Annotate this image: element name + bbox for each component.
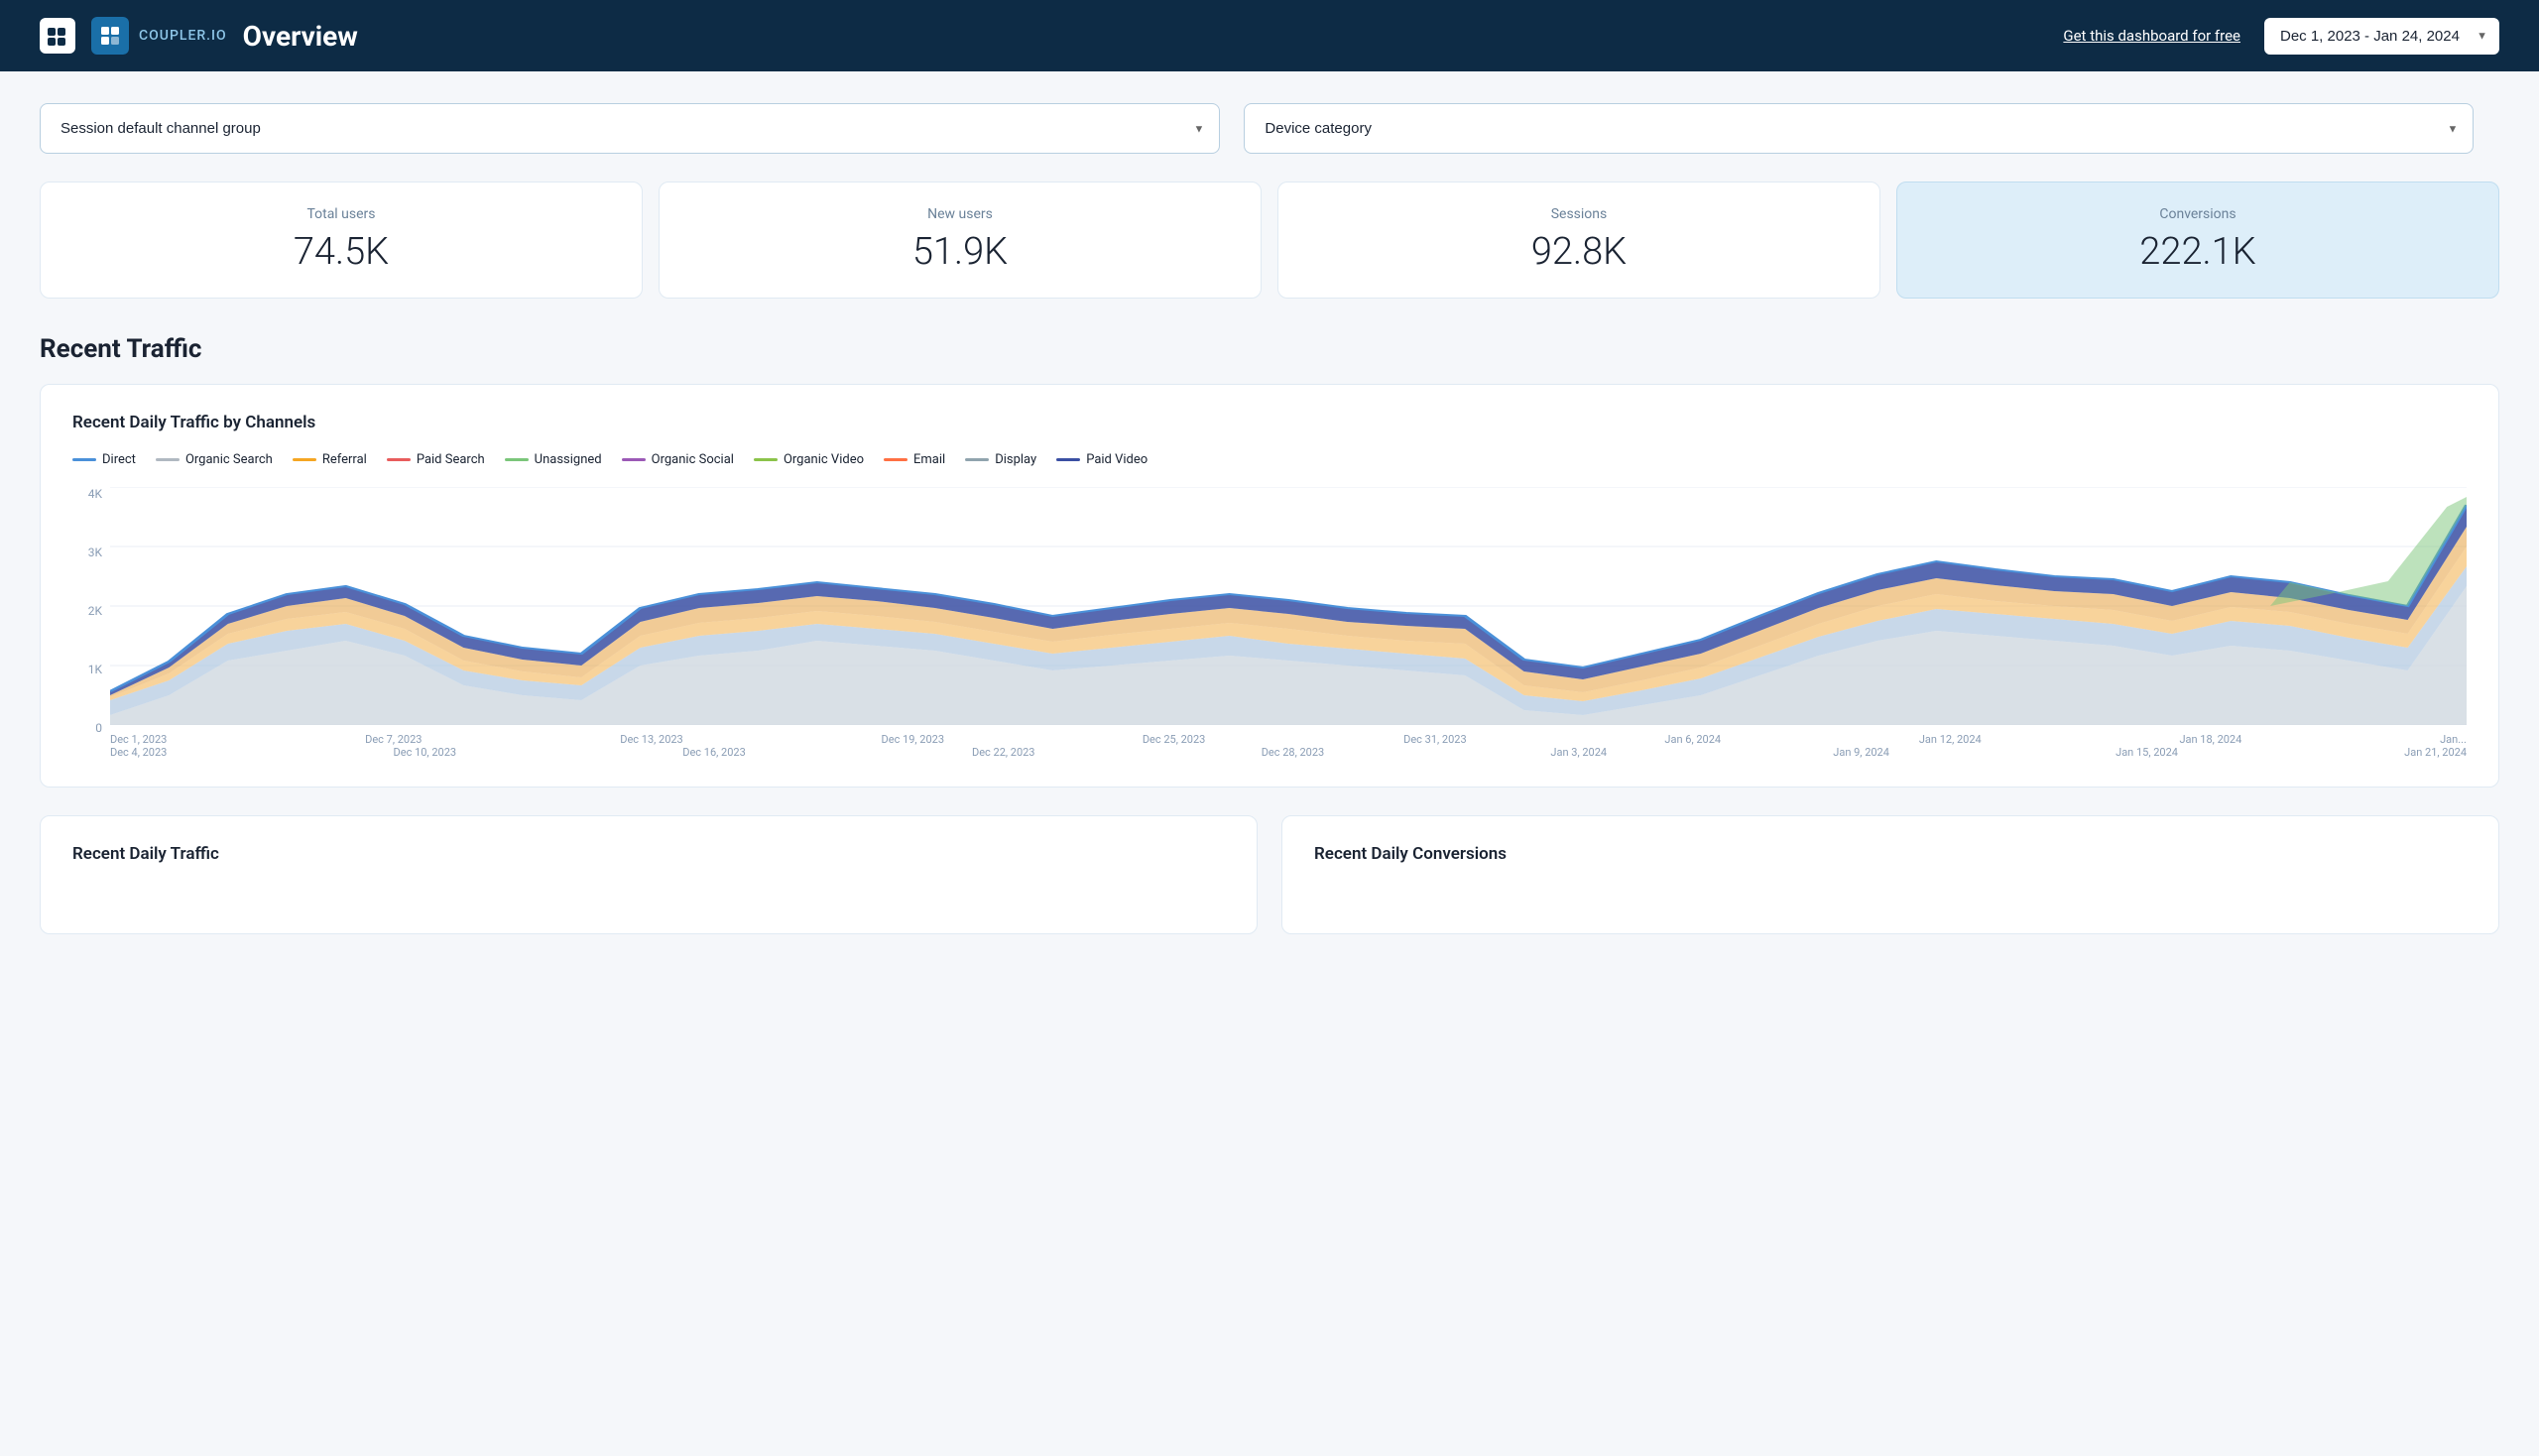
legend-color-9	[1056, 458, 1080, 461]
x-axis-row1: Dec 1, 2023 Dec 7, 2023 Dec 13, 2023 Dec 19…	[110, 733, 2467, 746]
date-range-select[interactable]: Dec 1, 2023 - Jan 24, 2024	[2264, 18, 2499, 55]
x-axis-label-r2-2: Dec 16, 2023	[682, 746, 746, 759]
date-range-wrapper: Dec 1, 2023 - Jan 24, 2024	[2264, 18, 2499, 55]
metric-card-3: Conversions 222.1K	[1896, 182, 2499, 299]
traffic-chart-svg	[110, 487, 2467, 725]
daily-conversions-card: Recent Daily Conversions	[1281, 815, 2499, 934]
legend-color-2	[293, 458, 316, 461]
metric-label-1: New users	[687, 206, 1233, 222]
legend-label-4: Unassigned	[535, 452, 602, 467]
x-axis-label-r1-0: Dec 1, 2023	[110, 733, 167, 746]
header-right: Get this dashboard for free Dec 1, 2023 …	[2063, 18, 2499, 55]
logo-icon	[40, 18, 75, 54]
legend-label-6: Organic Video	[784, 452, 864, 467]
brand-name: COUPLER.IO	[139, 28, 227, 44]
legend-color-6	[754, 458, 778, 461]
legend-item-2: Referral	[293, 452, 367, 467]
section-title-traffic: Recent Traffic	[40, 334, 2499, 364]
metric-value-1: 51.9K	[687, 230, 1233, 274]
legend-item-6: Organic Video	[754, 452, 864, 467]
legend-label-8: Display	[995, 452, 1036, 467]
device-category-select[interactable]: Device category	[1244, 103, 2474, 154]
legend-color-8	[965, 458, 989, 461]
legend-color-1	[156, 458, 180, 461]
device-category-filter-wrapper: Device category	[1244, 103, 2474, 154]
metric-value-3: 222.1K	[1925, 230, 2471, 274]
metric-card-1: New users 51.9K	[659, 182, 1262, 299]
metrics-row: Total users 74.5K New users 51.9K Sessio…	[40, 182, 2499, 299]
header: COUPLER.IO Overview Get this dashboard f…	[0, 0, 2539, 71]
legend-item-4: Unassigned	[505, 452, 602, 467]
metric-card-2: Sessions 92.8K	[1277, 182, 1880, 299]
x-axis-label-r2-4: Dec 28, 2023	[1262, 746, 1325, 759]
y-axis: 4K 3K 2K 1K 0	[72, 487, 102, 759]
filter-row: Session default channel group Device cat…	[40, 103, 2499, 154]
y-axis-label-0: 4K	[72, 487, 102, 501]
legend-label-0: Direct	[102, 452, 136, 467]
metric-value-2: 92.8K	[1306, 230, 1852, 274]
daily-conversions-title: Recent Daily Conversions	[1314, 844, 2467, 864]
legend-color-4	[505, 458, 529, 461]
x-axis-label-r2-6: Jan 9, 2024	[1833, 746, 1889, 759]
legend-color-0	[72, 458, 96, 461]
x-axis-label-r2-5: Jan 3, 2024	[1550, 746, 1607, 759]
legend-label-7: Email	[913, 452, 945, 467]
channel-group-select[interactable]: Session default channel group	[40, 103, 1220, 154]
legend-color-5	[622, 458, 646, 461]
chart-legend: Direct Organic Search Referral Paid Sear…	[72, 452, 2467, 467]
x-axis-label-r2-0: Dec 4, 2023	[110, 746, 167, 759]
x-axis-label-r1-1: Dec 7, 2023	[365, 733, 422, 746]
x-axis-label-r1-5: Dec 31, 2023	[1403, 733, 1467, 746]
x-axis-label-r2-8: Jan 21, 2024	[2404, 746, 2467, 759]
legend-label-2: Referral	[322, 452, 367, 467]
metric-label-0: Total users	[68, 206, 614, 222]
x-axis-label-r2-3: Dec 22, 2023	[972, 746, 1035, 759]
legend-item-3: Paid Search	[387, 452, 485, 467]
legend-item-5: Organic Social	[622, 452, 734, 467]
y-axis-label-3: 1K	[72, 663, 102, 676]
daily-traffic-title: Recent Daily Traffic	[72, 844, 1225, 864]
legend-item-7: Email	[884, 452, 945, 467]
header-left: COUPLER.IO Overview	[40, 17, 358, 55]
x-axis-label-r1-8: Jan 18, 2024	[2179, 733, 2241, 746]
legend-label-5: Organic Social	[652, 452, 734, 467]
legend-label-1: Organic Search	[185, 452, 273, 467]
bottom-row: Recent Daily Traffic Recent Daily Conver…	[40, 815, 2499, 934]
metric-value-0: 74.5K	[68, 230, 614, 274]
legend-label-3: Paid Search	[417, 452, 485, 467]
metric-card-0: Total users 74.5K	[40, 182, 643, 299]
x-axis-label-r1-7: Jan 12, 2024	[1919, 733, 1982, 746]
legend-label-9: Paid Video	[1086, 452, 1148, 467]
x-axis-label-r1-3: Dec 19, 2023	[882, 733, 945, 746]
legend-item-0: Direct	[72, 452, 136, 467]
metric-label-3: Conversions	[1925, 206, 2471, 222]
x-axis-label-r2-1: Dec 10, 2023	[394, 746, 457, 759]
x-axis-row2: Dec 4, 2023 Dec 10, 2023 Dec 16, 2023 Dec 2…	[110, 746, 2467, 759]
channel-group-filter-wrapper: Session default channel group	[40, 103, 1220, 154]
legend-item-9: Paid Video	[1056, 452, 1148, 467]
daily-traffic-card: Recent Daily Traffic	[40, 815, 1258, 934]
chart-container: 4K 3K 2K 1K 0	[72, 487, 2467, 759]
metric-label-2: Sessions	[1306, 206, 1852, 222]
x-axis-label-r1-6: Jan 6, 2024	[1664, 733, 1721, 746]
y-axis-label-2: 2K	[72, 604, 102, 618]
legend-item-1: Organic Search	[156, 452, 273, 467]
x-axis-label-r2-7: Jan 15, 2024	[2116, 746, 2178, 759]
get-dashboard-link[interactable]: Get this dashboard for free	[2063, 27, 2240, 45]
main-content: Session default channel group Device cat…	[0, 71, 2539, 966]
page-title: Overview	[243, 20, 358, 53]
x-axis-label-r1-9: Jan...	[2440, 733, 2467, 746]
chart-inner: Dec 1, 2023 Dec 7, 2023 Dec 13, 2023 Dec 19…	[110, 487, 2467, 759]
y-axis-label-1: 3K	[72, 546, 102, 559]
x-axis-label-r1-2: Dec 13, 2023	[620, 733, 683, 746]
chart-title: Recent Daily Traffic by Channels	[72, 413, 2467, 432]
legend-color-7	[884, 458, 907, 461]
legend-item-8: Display	[965, 452, 1036, 467]
legend-color-3	[387, 458, 411, 461]
y-axis-label-4: 0	[72, 721, 102, 735]
coupler-logo	[91, 17, 129, 55]
traffic-chart-card: Recent Daily Traffic by Channels Direct …	[40, 384, 2499, 788]
x-axis-label-r1-4: Dec 25, 2023	[1143, 733, 1206, 746]
